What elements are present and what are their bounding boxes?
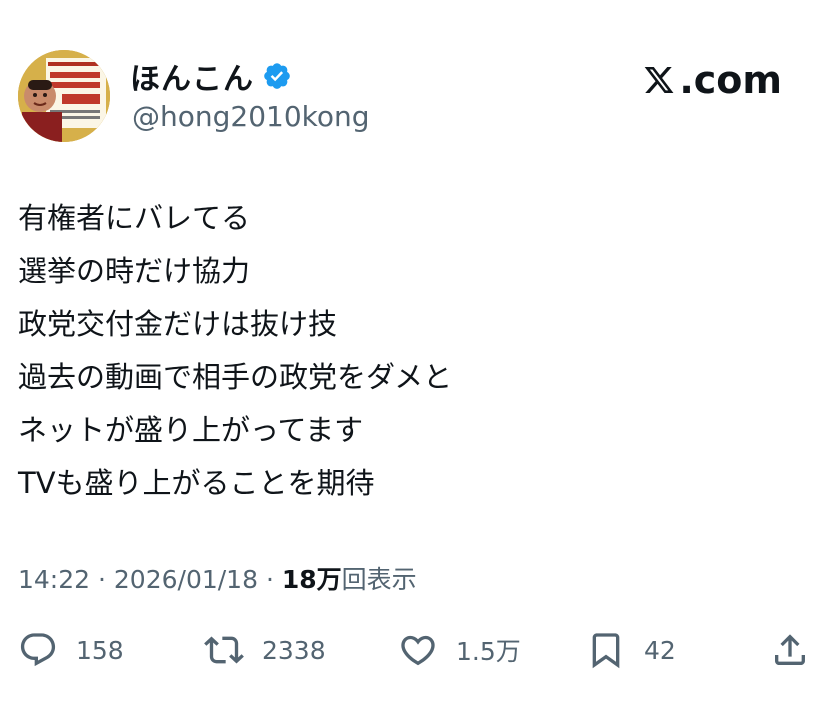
avatar[interactable] [18,50,110,142]
x-brand-logo: .com [643,58,782,102]
reply-count: 158 [76,635,124,665]
tweet-time[interactable]: 14:22 [18,565,90,594]
like-count: 1.5万 [456,637,521,666]
bookmark-count: 42 [644,635,676,665]
retweet-button[interactable]: 2338 [204,624,326,676]
x-logo-icon [645,67,674,93]
views-count: 18万 [281,565,342,594]
reply-icon [20,633,56,667]
share-button[interactable] [770,624,810,676]
action-bar: 158 2338 1.5万 42 [18,624,813,676]
tweet-text: 有権者にバレてる 選挙の時だけ協力 政党交付金だけは抜け技 過去の動画で相手の政… [18,192,808,510]
tweet-meta: 14:22 · 2026/01/18 · 18万回表示 [18,560,417,596]
views-label: 回表示 [341,565,417,594]
heart-icon [401,635,435,666]
meta-separator: · [265,565,274,594]
tweet-line: ネットが盛り上がってます [18,413,364,447]
tweet-line: 有権者にバレてる [18,201,251,235]
verified-badge-icon [264,63,290,89]
retweet-icon [204,636,244,664]
avatar-image [18,50,110,142]
bookmark-button[interactable]: 42 [586,624,676,676]
retweet-count: 2338 [262,635,326,665]
brand-label: .com [679,58,782,102]
reply-button[interactable]: 158 [18,624,124,676]
tweet-line: 過去の動画で相手の政党をダメと [18,360,453,394]
name-row: ほんこん [130,54,292,98]
display-name[interactable]: ほんこん [130,54,254,98]
meta-separator: · [98,565,106,594]
tweet-line: TVも盛り上がることを期待 [18,466,375,500]
tweet-line: 政党交付金だけは抜け技 [18,307,338,341]
tweet-date[interactable]: 2026/01/18 [114,565,258,594]
handle[interactable]: @hong2010kong [132,100,370,133]
bookmark-icon [592,633,620,669]
tweet-line: 選挙の時だけ協力 [18,254,251,288]
share-icon [775,634,805,665]
like-button[interactable]: 1.5万 [398,624,521,676]
tweet-header: ほんこん @hong2010kong .com [16,50,816,146]
